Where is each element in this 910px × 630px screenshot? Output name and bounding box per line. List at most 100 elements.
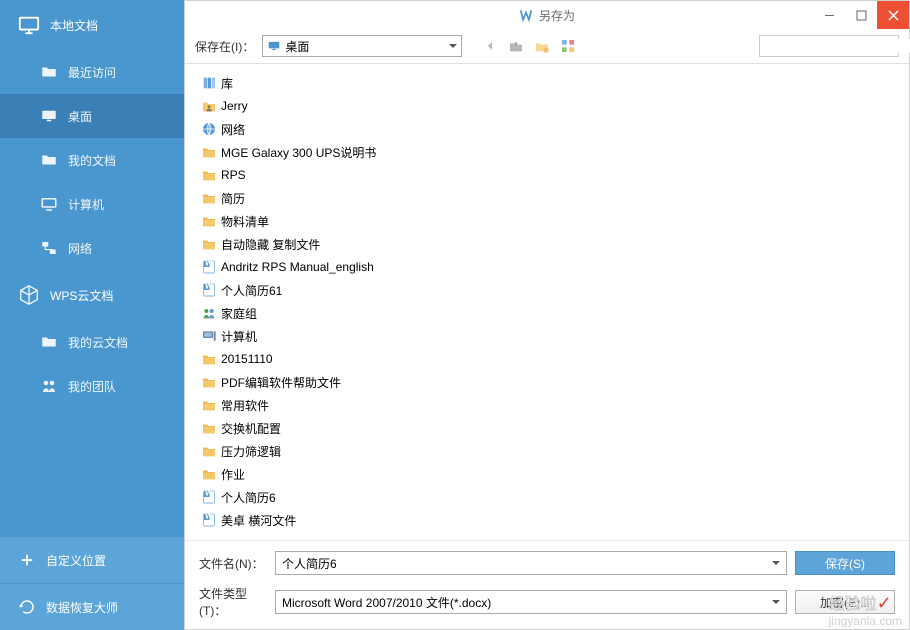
cube-icon (18, 284, 40, 306)
filename-label: 文件名(N)： (199, 555, 267, 572)
folder-icon (201, 374, 217, 390)
sidebar-item-documents[interactable]: 我的文档 (0, 138, 184, 182)
folder-icon (201, 213, 217, 229)
network-icon (40, 239, 58, 257)
filename-input[interactable] (282, 556, 772, 570)
file-name: 作业 (221, 466, 245, 483)
svg-text:W: W (205, 282, 213, 291)
file-item[interactable]: 压力筛逻辑 (197, 440, 437, 462)
file-item[interactable]: 常用软件 (197, 394, 437, 416)
footer: 文件名(N)： 保存(S) 文件类型(T)： Microsoft Word 20… (185, 540, 909, 629)
file-item[interactable]: MGE Galaxy 300 UPS说明书 (197, 141, 437, 163)
sidebar-item-label: 数据恢复大师 (46, 599, 118, 616)
folder-icon (201, 397, 217, 413)
folder-icon (40, 151, 58, 169)
close-button[interactable] (877, 1, 909, 29)
file-name: 交换机配置 (221, 420, 281, 437)
new-folder-button[interactable] (532, 36, 552, 56)
filename-input-wrapper[interactable] (275, 551, 787, 575)
main-panel: 另存为 保存在(I)： 桌面 库 Jerry 网络 MGE Galaxy 300 UP… (184, 0, 910, 630)
file-name: Jerry (221, 99, 248, 113)
location-text: 桌面 (285, 38, 445, 55)
sidebar-item-label: 桌面 (68, 108, 92, 125)
doc-icon: W (201, 259, 217, 275)
sidebar-item-network[interactable]: 网络 (0, 226, 184, 270)
minimize-button[interactable] (813, 1, 845, 29)
desktop-icon (40, 107, 58, 125)
file-item[interactable]: RPS (197, 164, 437, 186)
file-item[interactable]: 交换机配置 (197, 417, 437, 439)
file-item[interactable]: 简历 (197, 187, 437, 209)
filetype-dropdown[interactable]: Microsoft Word 2007/2010 文件(*.docx) (275, 590, 787, 614)
sidebar-item-label: 计算机 (68, 196, 104, 213)
sidebar-data-recovery[interactable]: 数据恢复大师 (0, 584, 184, 630)
search-box[interactable] (759, 35, 899, 57)
sidebar-item-team[interactable]: 我的团队 (0, 364, 184, 408)
sidebar-item-desktop[interactable]: 桌面 (0, 94, 184, 138)
file-item[interactable]: W 个人简历6 (197, 486, 437, 508)
sidebar-item-computer[interactable]: 计算机 (0, 182, 184, 226)
file-item[interactable]: 自动隐藏 复制文件 (197, 233, 437, 255)
sidebar-header-local: 本地文档 (0, 0, 184, 50)
doc-icon: W (201, 489, 217, 505)
dialog-title: 另存为 (539, 7, 575, 24)
file-name: RPS (221, 168, 246, 182)
file-item[interactable]: 20151110 (197, 348, 437, 370)
monitor-icon (18, 14, 40, 36)
file-item[interactable]: 库 (197, 72, 437, 94)
sidebar-item-label: 自定义位置 (46, 552, 106, 569)
folder-icon (201, 351, 217, 367)
file-name: 个人简历61 (221, 282, 282, 299)
file-name: 个人简历6 (221, 489, 276, 506)
file-item[interactable]: PDF编辑软件帮助文件 (197, 371, 437, 393)
svg-text:W: W (205, 489, 213, 498)
chevron-down-icon (449, 44, 457, 48)
file-name: Andritz RPS Manual_english (221, 260, 374, 274)
sidebar-item-recent[interactable]: 最近访问 (0, 50, 184, 94)
view-button[interactable] (558, 36, 578, 56)
sidebar: 本地文档 最近访问 桌面 我的文档 计算机 网络 WPS云文档 我的云文档 我的… (0, 0, 184, 630)
pc-icon (201, 328, 217, 344)
file-item[interactable]: W 美卓 横河文件 (197, 509, 437, 531)
file-item[interactable]: W 个人简历61 (197, 279, 437, 301)
sidebar-item-cloud-docs[interactable]: 我的云文档 (0, 320, 184, 364)
user-icon (201, 98, 217, 114)
file-item[interactable]: 计算机 (197, 325, 437, 347)
file-name: 美卓 横河文件 (221, 512, 296, 529)
file-name: MGE Galaxy 300 UPS说明书 (221, 144, 376, 161)
file-item[interactable]: W Andritz RPS Manual_english (197, 256, 437, 278)
back-button[interactable] (480, 36, 500, 56)
file-name: 简历 (221, 190, 245, 207)
file-name: 压力筛逻辑 (221, 443, 281, 460)
save-button[interactable]: 保存(S) (795, 551, 895, 575)
folder-icon (40, 63, 58, 81)
doc-icon: W (201, 282, 217, 298)
folder-icon (201, 144, 217, 160)
plus-icon (18, 551, 36, 569)
toolbar: 保存在(I)： 桌面 (185, 29, 909, 64)
folder-icon (201, 443, 217, 459)
location-dropdown[interactable]: 桌面 (262, 35, 462, 57)
sidebar-item-label: 网络 (68, 240, 92, 257)
file-name: 家庭组 (221, 305, 257, 322)
file-item[interactable]: 网络 (197, 118, 437, 140)
file-item[interactable]: 物料清单 (197, 210, 437, 232)
search-input[interactable] (766, 39, 910, 53)
file-name: PDF编辑软件帮助文件 (221, 374, 341, 391)
desktop-icon (267, 39, 281, 53)
filetype-text: Microsoft Word 2007/2010 文件(*.docx) (282, 594, 772, 611)
folder-icon (201, 167, 217, 183)
file-name: 20151110 (221, 352, 273, 366)
file-item[interactable]: 家庭组 (197, 302, 437, 324)
file-item[interactable]: Jerry (197, 95, 437, 117)
file-item[interactable]: 作业 (197, 463, 437, 485)
folder-icon (201, 236, 217, 252)
up-button[interactable] (506, 36, 526, 56)
sidebar-item-label: 我的团队 (68, 378, 116, 395)
maximize-button[interactable] (845, 1, 877, 29)
svg-text:W: W (205, 512, 213, 521)
sidebar-header-label: 本地文档 (50, 17, 98, 34)
sidebar-custom-location[interactable]: 自定义位置 (0, 537, 184, 583)
watermark: 经验啦✓ jingyanla.com (829, 590, 902, 628)
sidebar-header-cloud: WPS云文档 (0, 270, 184, 320)
